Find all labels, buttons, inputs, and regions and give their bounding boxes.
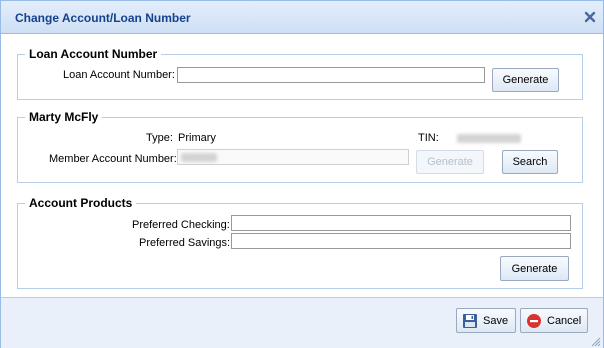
loan-account-number-input[interactable] — [177, 67, 485, 83]
tin-value-redacted — [457, 134, 521, 143]
preferred-savings-label: Preferred Savings: — [139, 237, 231, 249]
cancel-button[interactable]: Cancel — [520, 308, 588, 333]
products-generate-button[interactable]: Generate — [500, 256, 569, 281]
member-name-legend: Marty McFly — [25, 110, 103, 124]
save-button[interactable]: Save — [456, 308, 516, 333]
save-button-label: Save — [483, 314, 509, 327]
account-products-legend: Account Products — [25, 196, 137, 210]
resize-grip-icon[interactable] — [589, 335, 601, 347]
search-button[interactable]: Search — [502, 150, 558, 174]
type-label: Type: — [146, 132, 173, 144]
preferred-checking-input[interactable] — [231, 215, 571, 231]
dialog-titlebar[interactable]: Change Account/Loan Number — [1, 1, 603, 34]
preferred-savings-input[interactable] — [231, 233, 571, 249]
member-account-number-label: Member Account Number: — [49, 153, 177, 165]
change-account-dialog: Change Account/Loan Number Loan Account … — [0, 0, 604, 348]
loan-account-legend: Loan Account Number — [25, 47, 162, 61]
dialog-title: Change Account/Loan Number — [15, 11, 191, 25]
type-value: Primary — [178, 132, 216, 144]
preferred-checking-label: Preferred Checking: — [132, 219, 230, 231]
loan-generate-button[interactable]: Generate — [492, 68, 559, 92]
tin-label: TIN: — [418, 132, 439, 144]
cancel-button-label: Cancel — [547, 314, 582, 327]
floppy-disk-icon — [463, 313, 477, 328]
member-account-number-redacted — [181, 153, 217, 162]
member-generate-button: Generate — [416, 150, 484, 174]
cancel-circle-icon — [527, 313, 541, 328]
close-icon[interactable] — [583, 10, 597, 24]
loan-account-number-label: Loan Account Number: — [63, 69, 175, 81]
